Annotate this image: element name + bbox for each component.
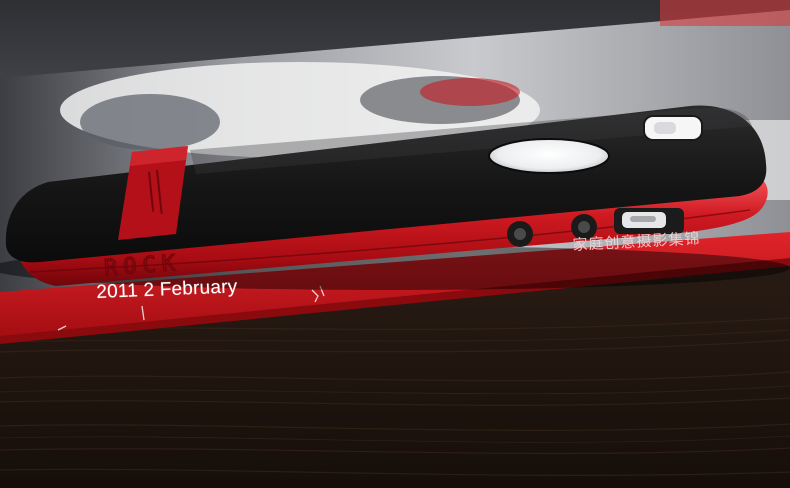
photo-scene: ROCK 2011 2 February 家庭创意摄影集锦 — [0, 0, 790, 488]
case-brand-mark: ROCK — [103, 251, 182, 281]
